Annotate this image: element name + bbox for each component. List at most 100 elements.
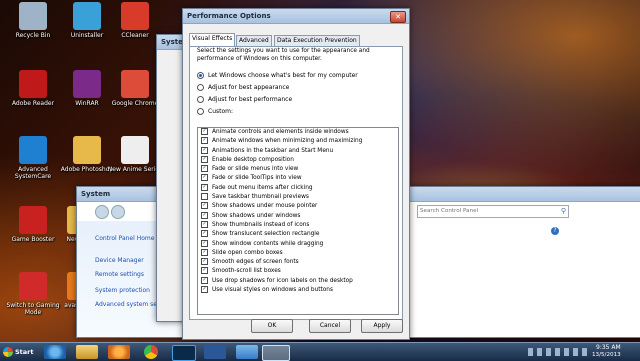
- effect-label: Use visual styles on windows and buttons: [212, 287, 333, 294]
- checkbox-icon[interactable]: ✓: [201, 146, 208, 154]
- option-radio[interactable]: Adjust for best appearance: [197, 83, 289, 92]
- effect-item[interactable]: Save taskbar thumbnail previews: [198, 193, 398, 202]
- checkbox-icon[interactable]: ✓: [201, 211, 208, 219]
- effect-label: Show shadows under windows: [212, 212, 301, 219]
- checkbox-icon[interactable]: ✓: [201, 220, 208, 228]
- option-radio[interactable]: Adjust for best performance: [197, 95, 292, 104]
- checkbox-icon[interactable]: ✓: [201, 137, 208, 145]
- desktop-icon[interactable]: Recycle Bin: [4, 2, 62, 39]
- effect-item[interactable]: ✓ Fade out menu items after clicking: [198, 183, 398, 193]
- tray-icons[interactable]: [528, 348, 588, 356]
- effect-item[interactable]: ✓ Animate controls and elements inside wi…: [198, 128, 398, 137]
- radio-icon[interactable]: [197, 84, 204, 91]
- forward-icon[interactable]: [110, 205, 125, 219]
- effect-item[interactable]: ✓ Show translucent selection rectangle: [198, 230, 398, 239]
- app-icon: [19, 70, 47, 98]
- windows-start-icon: [3, 347, 13, 357]
- checkbox-icon[interactable]: ✓: [201, 230, 208, 238]
- tab-advanced[interactable]: Advanced: [236, 35, 272, 46]
- effect-item[interactable]: ✓ Enable desktop composition: [198, 155, 398, 165]
- effect-label: Smooth edges of screen fonts: [212, 259, 299, 266]
- app-icon: [19, 272, 47, 300]
- tab-data-execution-prevention[interactable]: Data Execution Prevention: [274, 35, 360, 46]
- control-panel-icon[interactable]: [236, 345, 258, 359]
- system-properties-title: Syste: [161, 38, 183, 46]
- desktop-icon-label: Adobe Reader: [11, 100, 55, 107]
- checkbox-icon[interactable]: ✓: [201, 165, 208, 173]
- apply-button[interactable]: Apply: [361, 319, 403, 333]
- effect-item[interactable]: ✓ Smooth edges of screen fonts: [198, 258, 398, 267]
- remote-settings-link[interactable]: Remote settings: [95, 271, 144, 278]
- option-label: Custom:: [208, 108, 234, 115]
- system-properties-taskbar-icon[interactable]: [262, 345, 290, 361]
- app-icon: [73, 136, 101, 164]
- effect-item[interactable]: ✓ Fade or slide menus into view: [198, 165, 398, 174]
- checkbox-icon[interactable]: ✓: [201, 183, 208, 191]
- checkbox-icon[interactable]: ✓: [201, 286, 208, 294]
- checkbox-icon[interactable]: ✓: [201, 155, 208, 163]
- effect-item[interactable]: ✓ Show shadows under windows: [198, 211, 398, 221]
- effect-label: Show thumbnails instead of icons: [212, 221, 310, 228]
- desktop-icon-label: Advanced SystemCare: [14, 166, 52, 180]
- checkbox-icon[interactable]: ✓: [201, 258, 208, 266]
- effect-item[interactable]: ✓ Use drop shadows for icon labels on the…: [198, 276, 398, 286]
- radio-icon[interactable]: [197, 72, 204, 79]
- checkbox-icon[interactable]: ✓: [201, 276, 208, 284]
- checkbox-icon[interactable]: ✓: [201, 239, 208, 247]
- photoshop-icon[interactable]: [172, 345, 196, 361]
- radio-icon[interactable]: [197, 108, 204, 115]
- effect-item[interactable]: ✓ Use visual styles on windows and button…: [198, 286, 398, 295]
- back-icon[interactable]: [95, 205, 109, 219]
- effect-item[interactable]: ✓ Slide open combo boxes: [198, 248, 398, 258]
- effect-item[interactable]: ✓ Show thumbnails instead of icons: [198, 220, 398, 230]
- device-manager-link[interactable]: Device Manager: [95, 257, 144, 264]
- performance-options-dialog[interactable]: Performance Options ✕ Visual Effects Adv…: [182, 8, 410, 340]
- ok-button[interactable]: OK: [251, 319, 293, 333]
- effect-item[interactable]: ✓ Show shadows under mouse pointer: [198, 202, 398, 211]
- explorer-icon[interactable]: [76, 345, 98, 359]
- close-icon[interactable]: ✕: [390, 11, 406, 23]
- option-radio[interactable]: Let Windows choose what's best for my co…: [197, 71, 358, 80]
- start-label: Start: [15, 348, 34, 356]
- checkbox-icon[interactable]: ✓: [201, 174, 208, 182]
- effect-label: Use drop shadows for icon labels on the …: [212, 277, 353, 284]
- system-protection-link[interactable]: System protection: [95, 287, 150, 294]
- option-label: Let Windows choose what's best for my co…: [208, 72, 358, 79]
- word-icon[interactable]: [204, 345, 226, 359]
- option-radio[interactable]: Custom:: [197, 107, 233, 116]
- effect-item[interactable]: ✓ Animations in the taskbar and Start Men…: [198, 146, 398, 156]
- search-icon[interactable]: ⚲: [561, 207, 566, 215]
- start-button[interactable]: Start: [2, 344, 36, 360]
- effect-label: Animations in the taskbar and Start Menu: [212, 147, 334, 154]
- effects-list[interactable]: ✓ Animate controls and elements inside wi…: [197, 127, 399, 315]
- search-input[interactable]: [418, 206, 552, 215]
- desktop-icon[interactable]: Adobe Reader: [4, 70, 62, 107]
- effect-item[interactable]: ✓ Animate windows when minimizing and max…: [198, 137, 398, 146]
- effect-label: Fade or slide menus into view: [212, 166, 299, 173]
- effect-item[interactable]: ✓ Smooth-scroll list boxes: [198, 267, 398, 276]
- cancel-button[interactable]: Cancel: [309, 319, 351, 333]
- desktop-icon[interactable]: Advanced SystemCare: [4, 136, 62, 180]
- help-icon[interactable]: ?: [551, 227, 559, 235]
- dialog-title: Performance Options: [187, 12, 271, 20]
- option-label: Adjust for best appearance: [208, 84, 290, 91]
- media-player-icon[interactable]: [108, 345, 130, 359]
- dialog-titlebar[interactable]: Performance Options ✕: [183, 9, 409, 24]
- chrome-icon[interactable]: [144, 345, 158, 359]
- search-box[interactable]: ⚲: [417, 205, 569, 218]
- checkbox-icon[interactable]: [201, 193, 208, 201]
- clock-date[interactable]: 13/5/2013: [592, 352, 621, 358]
- checkbox-icon[interactable]: ✓: [201, 128, 208, 135]
- checkbox-icon[interactable]: ✓: [201, 267, 208, 275]
- back-forward-buttons[interactable]: [95, 205, 131, 219]
- clock-time[interactable]: 9:35 AM: [596, 344, 621, 351]
- radio-icon[interactable]: [197, 96, 204, 103]
- control-panel-home-link[interactable]: Control Panel Home: [95, 235, 154, 242]
- ie-icon[interactable]: [44, 345, 66, 359]
- effect-label: Animate windows when minimizing and maxi…: [212, 138, 363, 145]
- checkbox-icon[interactable]: ✓: [201, 202, 208, 210]
- effect-item[interactable]: ✓ Fade or slide ToolTips into view: [198, 174, 398, 183]
- effect-item[interactable]: ✓ Show window contents while dragging: [198, 239, 398, 249]
- checkbox-icon[interactable]: ✓: [201, 248, 208, 256]
- tab-visual-effects[interactable]: Visual Effects: [189, 33, 236, 47]
